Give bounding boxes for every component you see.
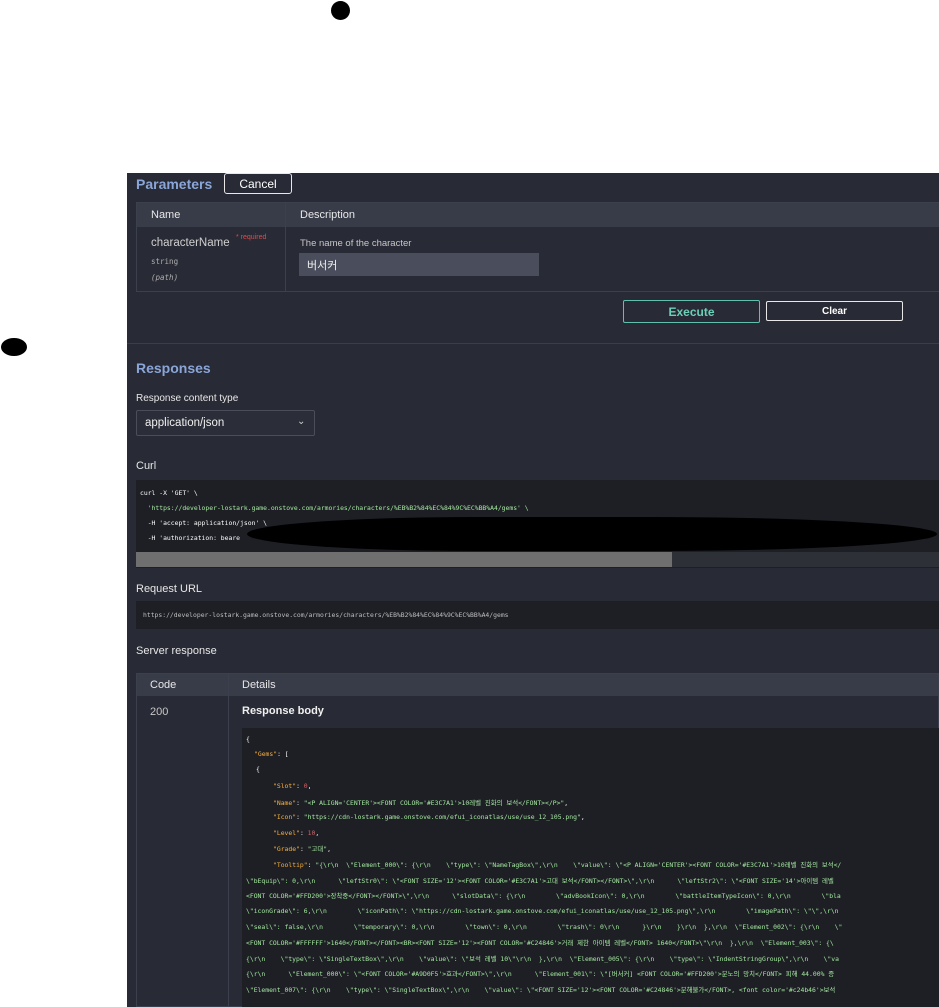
section-divider bbox=[127, 343, 939, 344]
parameters-header: Parameters bbox=[136, 173, 212, 195]
json-line: "Gems": [ bbox=[254, 750, 289, 758]
cancel-button[interactable]: Cancel bbox=[224, 173, 292, 194]
curl-label: Curl bbox=[136, 460, 157, 472]
response-content-type-label: Response content type bbox=[136, 393, 239, 404]
parameter-type: string bbox=[151, 257, 179, 266]
json-line: \"iconGrade\": 6,\r\n \"iconPath\": \"ht… bbox=[246, 907, 839, 915]
response-body-label: Response body bbox=[242, 705, 324, 717]
json-key: "Level" bbox=[273, 829, 300, 837]
json-brace: { bbox=[246, 735, 250, 743]
request-url-text: https://developer-lostark.game.onstove.c… bbox=[143, 611, 509, 619]
json-line: <FONT COLOR='#FFD200'>장착중</FONT></FONT>\… bbox=[246, 892, 841, 900]
column-divider bbox=[228, 674, 229, 1007]
curl-line: curl -X 'GET' \ bbox=[140, 489, 198, 497]
json-line: \"seal\": false,\r\n \"temporary\": 0,\r… bbox=[246, 923, 843, 931]
json-line: "Level": 10, bbox=[273, 829, 320, 837]
json-line: "Icon": "https://cdn-lostark.game.onstov… bbox=[273, 813, 585, 821]
json-brace: { bbox=[256, 765, 260, 773]
required-badge: * required bbox=[236, 234, 267, 241]
parameter-location: (path) bbox=[151, 273, 179, 282]
parameters-table: Name Description characterName * require… bbox=[136, 202, 939, 292]
chevron-down-icon: ⌄ bbox=[297, 416, 306, 427]
clear-button[interactable]: Clear bbox=[766, 301, 903, 321]
response-table-header: Code Details bbox=[137, 674, 938, 696]
horizontal-scrollbar[interactable] bbox=[136, 552, 939, 567]
api-operation-panel: Parameters Cancel Name Description chara… bbox=[127, 173, 939, 1007]
response-body-code: { "Gems": [ { "Slot": 0, "Name": "<P ALI… bbox=[242, 728, 939, 1007]
json-line: {\r\n \"Element_000\": \"<FONT COLOR='#A… bbox=[246, 970, 835, 978]
json-line: "Name": "<P ALIGN='CENTER'><FONT COLOR='… bbox=[273, 799, 569, 807]
json-line: "Slot": 0, bbox=[273, 782, 312, 790]
json-line: \"bEquip\": 0,\r\n \"leftStr0\": \"<FONT… bbox=[246, 877, 834, 885]
parameters-title: Parameters bbox=[136, 176, 213, 192]
server-response-table: Code Details 200 Response body { "Gems":… bbox=[136, 673, 939, 1007]
column-header-details: Details bbox=[242, 679, 276, 691]
json-line: "Grade": "고대", bbox=[273, 845, 331, 853]
redaction-mark bbox=[247, 517, 937, 551]
column-header-description: Description bbox=[300, 209, 356, 221]
column-header-name: Name bbox=[151, 209, 181, 221]
json-value: "고대" bbox=[307, 845, 328, 853]
json-line: "Tooltip": "{\r\n \"Element_000\": {\r\n… bbox=[273, 861, 842, 869]
json-line: {\r\n \"type\": \"SingleTextBox\",\r\n \… bbox=[246, 955, 839, 963]
json-key: "Name" bbox=[273, 799, 297, 807]
parameter-description: The name of the character bbox=[300, 238, 412, 249]
parameters-table-header: Name Description bbox=[137, 203, 939, 227]
server-response-label: Server response bbox=[136, 645, 217, 657]
execute-button[interactable]: Execute bbox=[623, 300, 760, 323]
response-status-code: 200 bbox=[150, 706, 169, 718]
json-key: "Icon" bbox=[273, 813, 297, 821]
column-divider bbox=[285, 203, 286, 291]
parameter-name: characterName bbox=[151, 237, 230, 249]
curl-line: 'https://developer-lostark.game.onstove.… bbox=[140, 504, 529, 512]
curl-line: -H 'authorization: beare bbox=[140, 534, 241, 542]
black-dot-marker bbox=[331, 1, 350, 20]
responses-title: Responses bbox=[136, 360, 211, 376]
json-line: <FONT COLOR='#FFFFFF'>1640</FONT></FONT>… bbox=[246, 939, 834, 947]
scrollbar-thumb[interactable] bbox=[136, 552, 672, 567]
column-header-code: Code bbox=[150, 679, 177, 691]
curl-line: -H 'accept: application/json' \ bbox=[140, 519, 267, 527]
json-key: "Tooltip" bbox=[273, 861, 308, 869]
json-value: "https://cdn-lostark.game.onstove.com/ef… bbox=[303, 813, 581, 821]
response-content-type-select[interactable]: application/json ⌄ bbox=[136, 410, 315, 436]
json-value: "<P ALIGN='CENTER'><FONT COLOR='#E3C7A1'… bbox=[303, 799, 565, 807]
json-line: \"Element_007\": {\r\n \"type\": \"Singl… bbox=[246, 986, 836, 994]
json-key: "Slot" bbox=[273, 782, 297, 790]
json-key: "Grade" bbox=[273, 845, 300, 853]
black-dot-marker bbox=[1, 338, 27, 356]
request-url-box: https://developer-lostark.game.onstove.c… bbox=[136, 601, 939, 629]
request-url-label: Request URL bbox=[136, 583, 203, 595]
character-name-input[interactable] bbox=[299, 253, 539, 276]
json-punct: : [ bbox=[277, 750, 289, 758]
json-key: "Gems" bbox=[254, 750, 278, 758]
selected-content-type: application/json bbox=[145, 417, 225, 429]
json-value: "{\r\n \"Element_000\": {\r\n \"type\": … bbox=[315, 861, 842, 869]
